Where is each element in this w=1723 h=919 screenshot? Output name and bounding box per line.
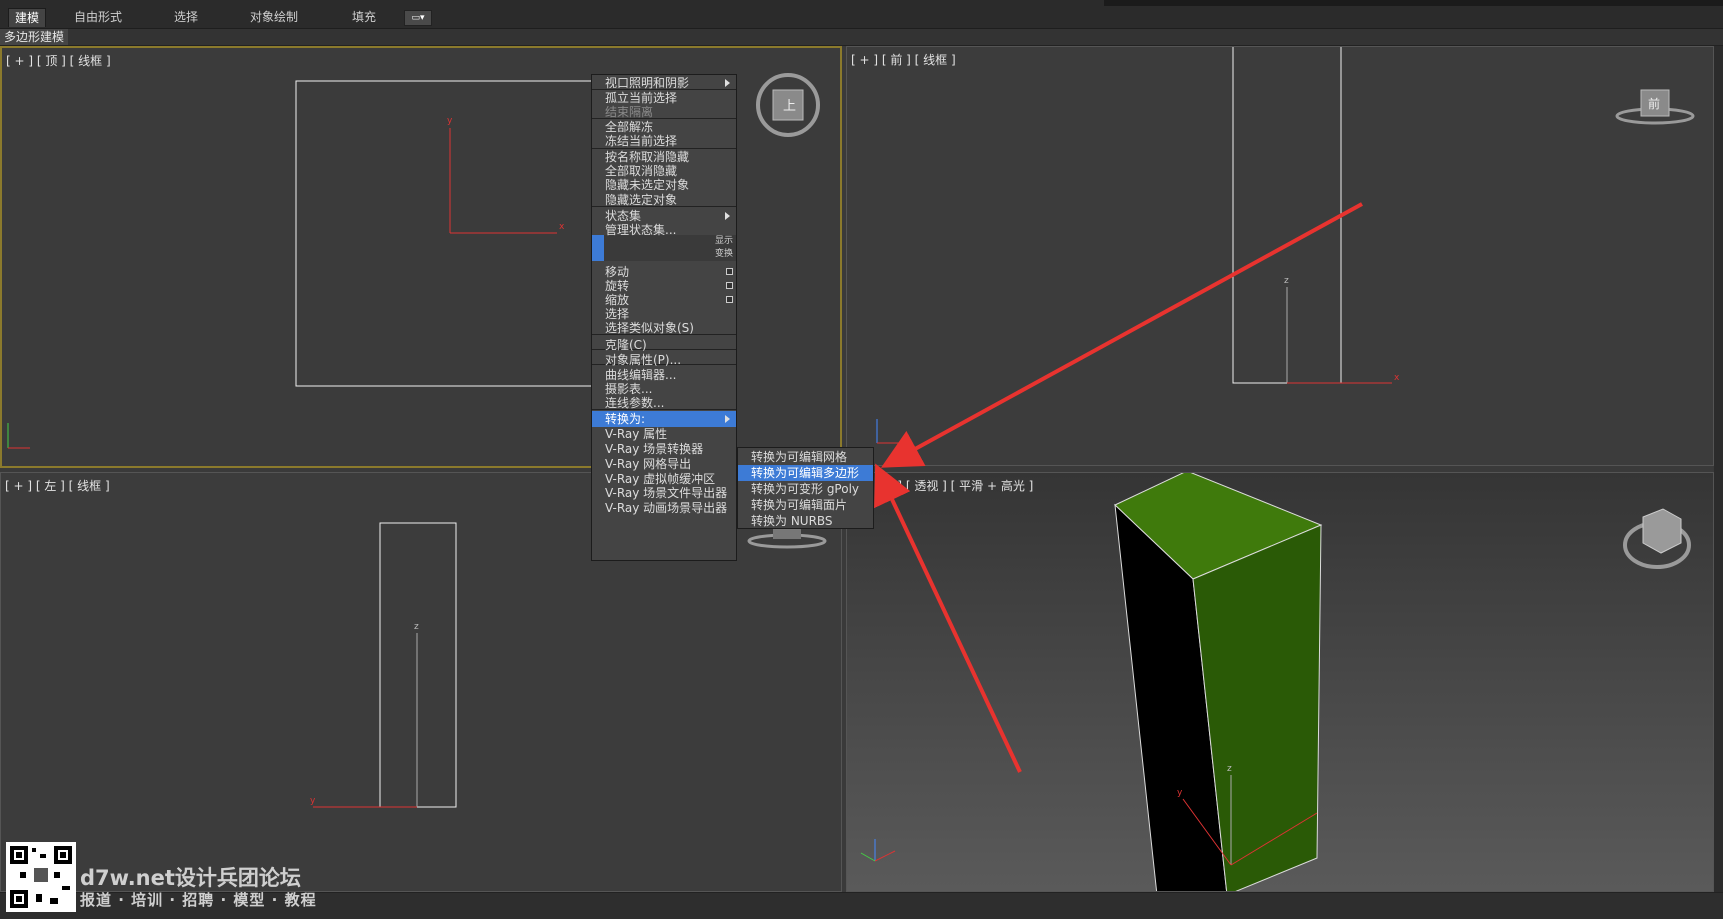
settings-box-icon[interactable]	[726, 296, 733, 303]
quad-menu-item[interactable]: V-Ray 场景转换器	[592, 441, 736, 457]
quad-menu-item[interactable]: 隐藏选定对象	[592, 192, 736, 208]
quad-menu-item[interactable]: 连线参数...	[592, 395, 736, 411]
watermark-title: d7w.net设计兵团论坛	[80, 866, 301, 890]
convert-submenu-item[interactable]: 转换为可编辑网格	[738, 449, 873, 465]
arrow-from-perspective	[874, 463, 1022, 773]
quad-header-label: 变换	[714, 249, 733, 259]
qr-code-image	[6, 842, 76, 912]
quad-menu-item[interactable]: V-Ray 场景文件导出器	[592, 485, 736, 501]
submenu-arrow-icon	[725, 79, 730, 87]
quad-menu-item[interactable]: 结束隔离	[592, 104, 736, 120]
submenu-arrow-icon	[725, 212, 730, 220]
quad-menu-item[interactable]: 克隆(C)	[592, 337, 736, 353]
convert-submenu-item[interactable]: 转换为可编辑多边形	[738, 465, 873, 481]
quad-menu: 显示 变换 视口照明和阴影 孤立当前选择 结束隔离 全部解冻 冻结当前选择 按名称取消隐藏 全部…	[591, 74, 737, 561]
quad-menu-item[interactable]: 对象属性(P)...	[592, 352, 736, 368]
settings-box-icon[interactable]	[726, 282, 733, 289]
watermark-subtitle: 报道 · 培训 · 招聘 · 模型 · 教程	[80, 891, 317, 909]
quad-header-transform: 变换	[592, 248, 736, 261]
quad-menu-item[interactable]: 管理状态集...	[592, 222, 736, 238]
quad-header-marker	[592, 248, 604, 261]
quad-menu-item[interactable]: 视口照明和阴影	[592, 75, 736, 91]
settings-box-icon[interactable]	[726, 268, 733, 275]
quad-menu-item[interactable]: V-Ray 动画场景导出器	[592, 500, 736, 516]
quad-menu-item[interactable]: 隐藏未选定对象	[592, 177, 736, 193]
convert-to-submenu: 转换为可编辑网格 转换为可编辑多边形 转换为可变形 gPoly 转换为可编辑面片 转换为…	[737, 447, 874, 529]
convert-submenu-item[interactable]: 转换为可变形 gPoly	[738, 481, 873, 497]
quad-menu-item[interactable]: 冻结当前选择	[592, 133, 736, 149]
quad-menu-item[interactable]: V-Ray 网格导出	[592, 456, 736, 472]
arrow-from-front	[880, 202, 1363, 468]
convert-submenu-item[interactable]: 转换为可编辑面片	[738, 497, 873, 513]
quad-menu-item[interactable]: V-Ray 属性	[592, 426, 736, 442]
quad-menu-item[interactable]: 选择类似对象(S)	[592, 320, 736, 336]
submenu-arrow-icon	[725, 415, 730, 423]
right-scrollbar[interactable]	[1714, 46, 1723, 892]
quad-menu-item[interactable]: 转换为:	[592, 411, 736, 427]
convert-submenu-item[interactable]: 转换为 NURBS	[738, 513, 873, 529]
